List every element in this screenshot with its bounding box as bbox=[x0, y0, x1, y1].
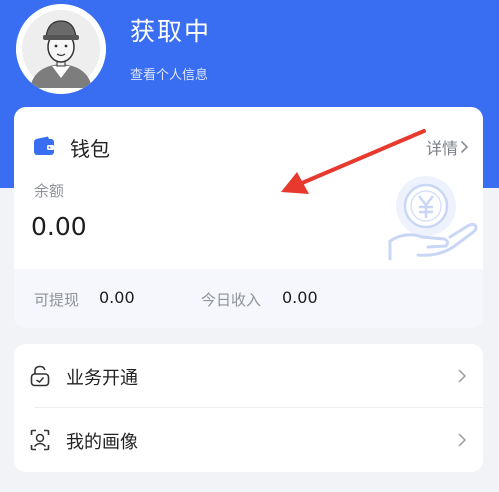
portrait-icon bbox=[30, 429, 50, 451]
menu-item-label: 我的画像 bbox=[66, 432, 138, 453]
chevron-right-icon bbox=[458, 433, 467, 447]
menu-item-my-portrait[interactable]: 我的画像 bbox=[14, 408, 483, 472]
balance-value: 0.00 bbox=[31, 212, 87, 241]
details-label: 详情 bbox=[425, 139, 458, 158]
avatar[interactable] bbox=[16, 4, 106, 94]
today-income-label: 今日收入 bbox=[201, 291, 262, 309]
withdrawable-label: 可提现 bbox=[34, 291, 80, 309]
wallet-title: 钱包 bbox=[70, 137, 110, 161]
user-avatar-icon bbox=[16, 4, 106, 94]
today-income-value: 0.00 bbox=[282, 288, 318, 307]
chevron-right-icon bbox=[460, 140, 469, 154]
balance-label: 余额 bbox=[34, 182, 65, 200]
menu-item-label: 业务开通 bbox=[66, 368, 138, 389]
withdrawable-value: 0.00 bbox=[99, 288, 135, 307]
menu-item-business-activation[interactable]: 业务开通 bbox=[14, 344, 483, 408]
coin-in-hand-icon bbox=[388, 176, 478, 261]
wallet-icon bbox=[34, 136, 54, 155]
username: 获取中 bbox=[130, 17, 212, 46]
unlock-icon bbox=[30, 365, 50, 387]
view-profile-link[interactable]: 查看个人信息 bbox=[130, 64, 208, 83]
chevron-right-icon bbox=[458, 369, 467, 383]
wallet-card: 钱包 详情 余额 0.00 可提现 0.00 今日收入 0.00 bbox=[14, 107, 483, 328]
wallet-details-link[interactable]: 详情 bbox=[426, 135, 469, 159]
menu-card: 业务开通 我的画像 bbox=[14, 344, 483, 472]
